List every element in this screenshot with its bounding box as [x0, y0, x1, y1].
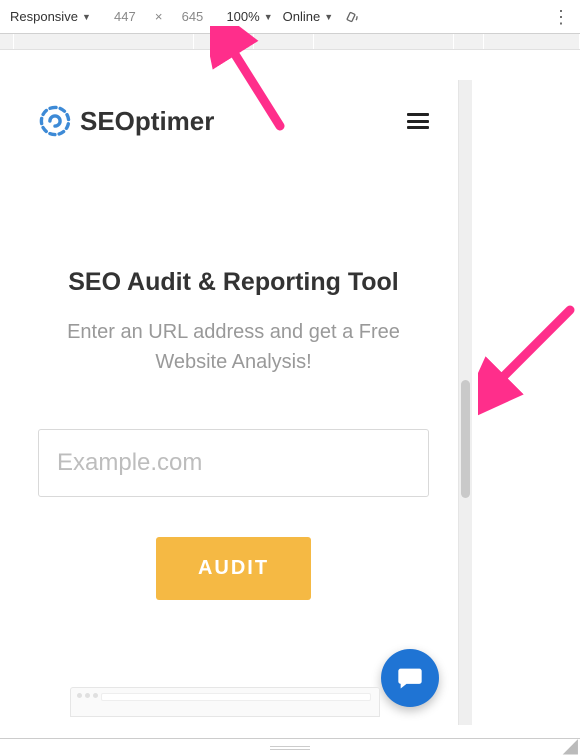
viewport-scrollbar[interactable] [458, 80, 472, 725]
dimensions-group: × [101, 5, 217, 28]
header-row: SEOptimer [38, 104, 429, 138]
resize-handle-icon[interactable]: ◢ [563, 736, 578, 756]
chat-fab[interactable] [381, 649, 439, 707]
ruler [0, 34, 580, 50]
device-select-label: Responsive [10, 9, 78, 24]
panel-bottom-bar: ◢ [0, 738, 580, 756]
more-menu-icon[interactable]: ⋮ [552, 8, 570, 26]
throttle-label: Online [283, 9, 321, 24]
rotate-icon[interactable] [343, 9, 359, 25]
hero-subtitle: Enter an URL address and get a Free Webs… [38, 317, 429, 377]
dimension-separator: × [155, 9, 163, 24]
zoom-select[interactable]: 100% ▼ [226, 9, 272, 24]
chevron-down-icon: ▼ [324, 12, 333, 22]
device-viewport: SEOptimer SEO Audit & Reporting Tool Ent… [10, 80, 457, 725]
audit-button[interactable]: AUDIT [156, 537, 311, 600]
hamburger-menu-icon[interactable] [407, 113, 429, 129]
throttle-select[interactable]: Online ▼ [283, 9, 334, 24]
chevron-down-icon: ▼ [82, 12, 91, 22]
width-input[interactable] [101, 5, 149, 28]
page-content: SEOptimer SEO Audit & Reporting Tool Ent… [10, 80, 457, 725]
chevron-down-icon: ▼ [264, 12, 273, 22]
url-input[interactable] [38, 429, 429, 497]
brand-name: SEOptimer [80, 106, 214, 137]
height-input[interactable] [168, 5, 216, 28]
devtools-device-toolbar: Responsive ▼ × 100% ▼ Online ▼ ⋮ [0, 0, 580, 34]
device-select[interactable]: Responsive ▼ [10, 9, 91, 24]
chat-icon [396, 664, 424, 692]
brand[interactable]: SEOptimer [38, 104, 214, 138]
device-stage: SEOptimer SEO Audit & Reporting Tool Ent… [0, 50, 580, 756]
zoom-label: 100% [226, 9, 259, 24]
scrollbar-thumb[interactable] [461, 380, 470, 498]
logo-gear-icon [38, 104, 72, 138]
drag-grip-icon[interactable] [270, 746, 310, 752]
hero-title: SEO Audit & Reporting Tool [38, 268, 429, 297]
browser-thumbnail [70, 687, 380, 717]
